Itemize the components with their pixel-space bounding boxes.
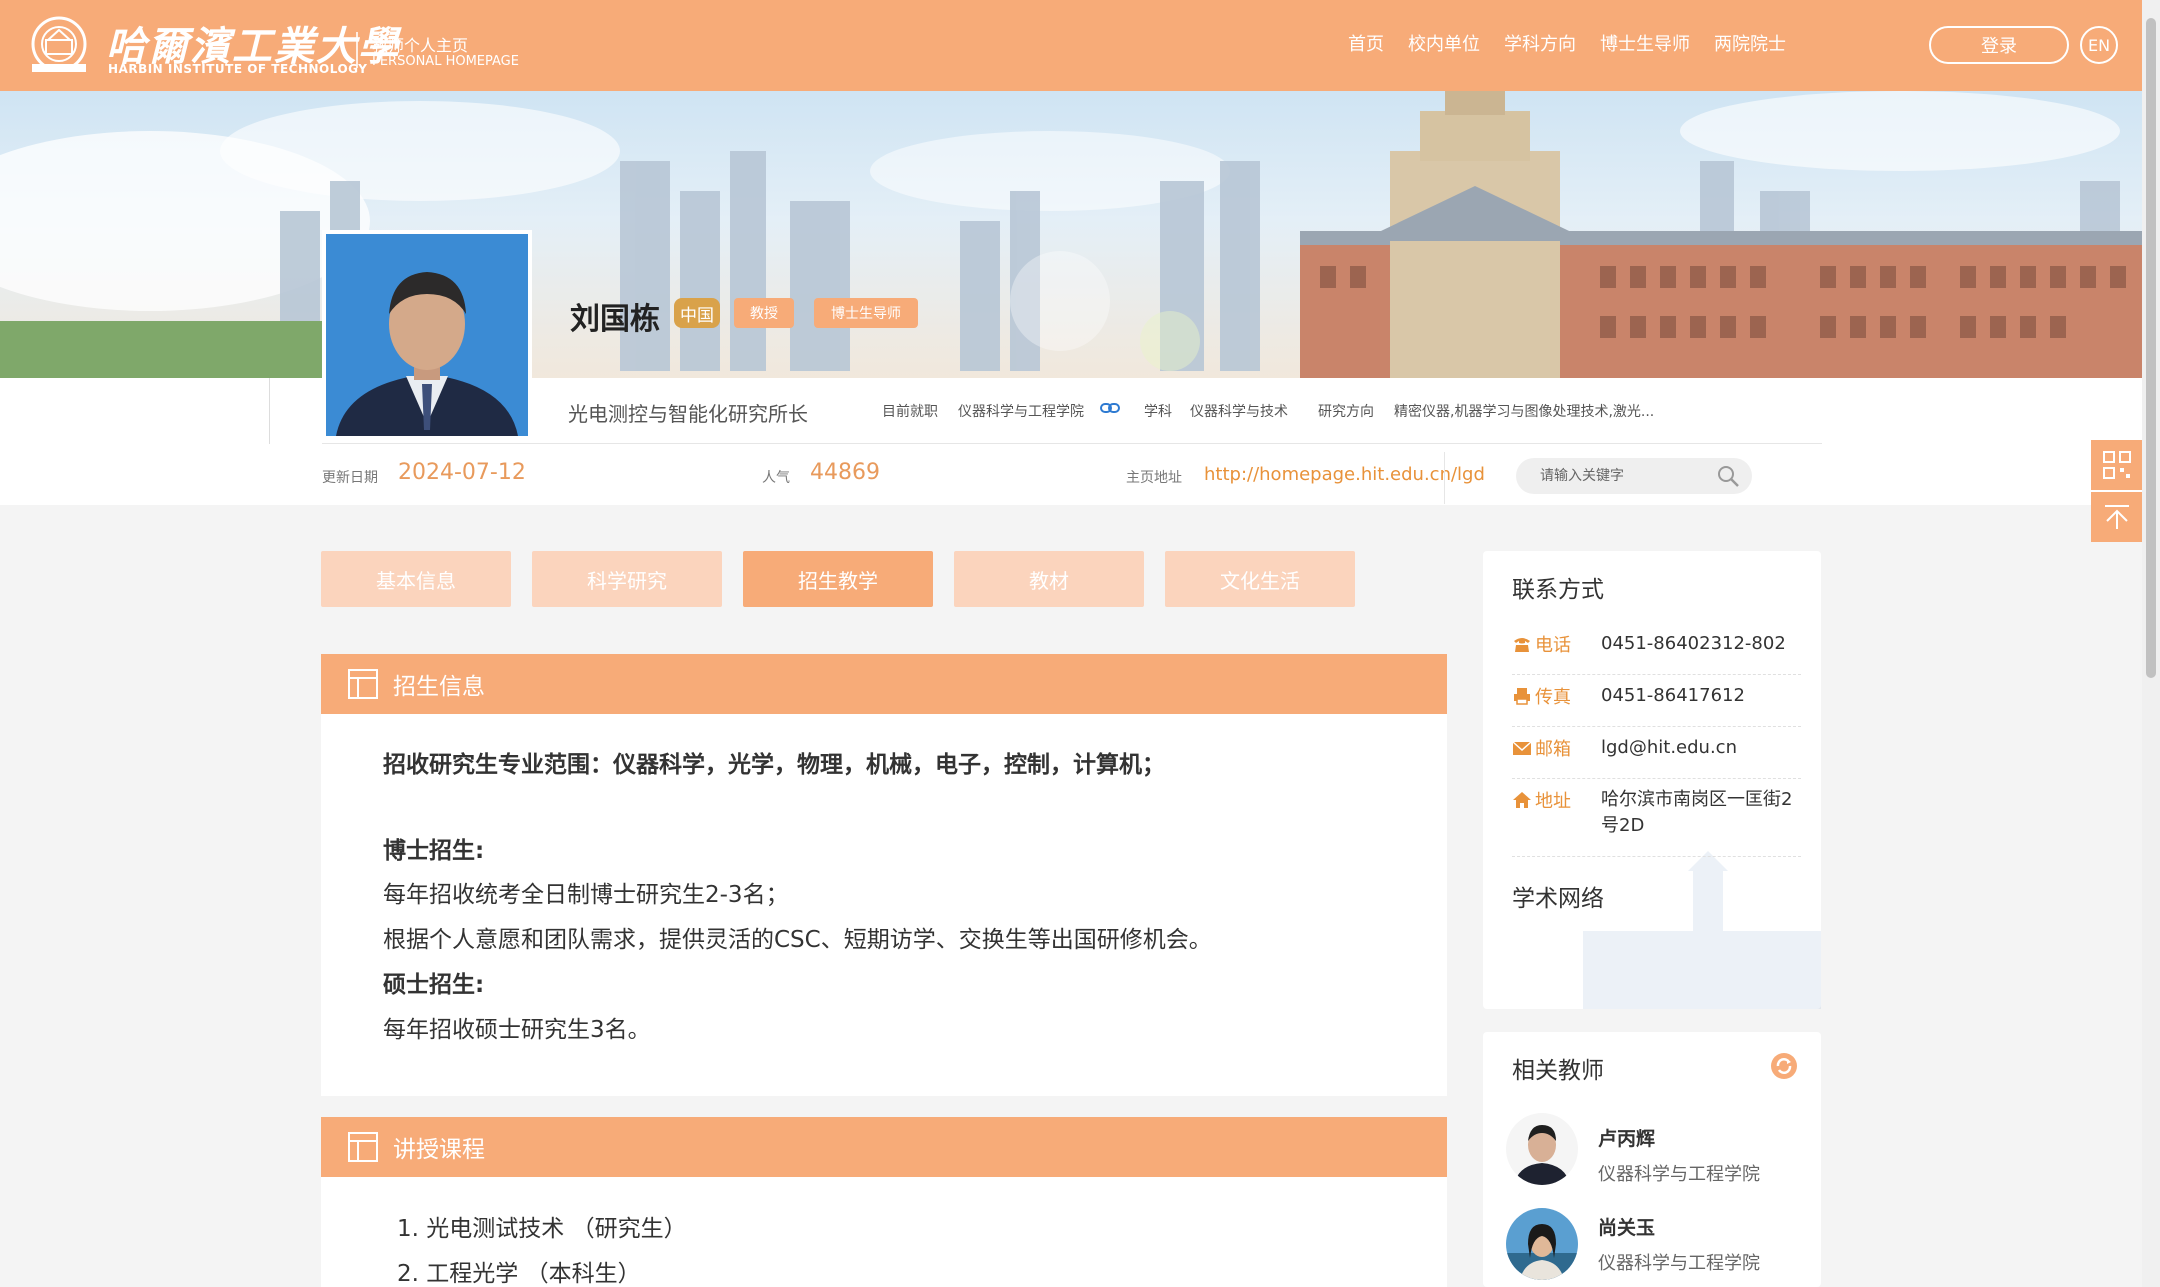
email-value[interactable]: lgd@hit.edu.cn — [1601, 735, 1801, 761]
supervisor-tag: 博士生导师 — [814, 298, 918, 328]
link-icon[interactable] — [1100, 400, 1120, 416]
title-tag: 教授 — [734, 298, 794, 328]
mail-icon — [1512, 741, 1532, 755]
contact-card: 联系方式 电话 0451-86402312-802 传真 0451-864176… — [1483, 551, 1821, 1009]
scrollbar-thumb[interactable] — [2146, 18, 2156, 678]
back-to-top-button[interactable] — [2091, 492, 2142, 542]
tab-culture-life[interactable]: 文化生活 — [1165, 551, 1355, 607]
courses-section-title: 讲授课程 — [393, 1137, 485, 1163]
phd-heading: 博士招生: — [383, 838, 485, 864]
phd-line-1: 每年招收统考全日制博士研究生2-3名； — [383, 882, 789, 908]
employer-value[interactable]: 仪器科学与工程学院 — [958, 401, 1084, 421]
qr-code-button[interactable] — [2091, 440, 2142, 490]
enrollment-scope: 招收研究生专业范围：仪器科学，光学，物理，机械，电子，控制，计算机； — [383, 752, 1165, 778]
nav-phd-supervisors[interactable]: 博士生导师 — [1600, 30, 1690, 56]
enrollment-section-header: 招生信息 — [321, 654, 1447, 714]
university-name-en: HARBIN INSTITUTE OF TECHNOLOGY — [108, 62, 368, 76]
logo-divider — [356, 32, 358, 68]
nav-home[interactable]: 首页 — [1348, 30, 1384, 56]
divider — [322, 443, 1822, 444]
popularity-value: 44869 — [810, 460, 880, 485]
tab-basic-info[interactable]: 基本信息 — [321, 551, 511, 607]
refresh-icon[interactable] — [1770, 1052, 1798, 1080]
update-date-value: 2024-07-12 — [398, 460, 526, 485]
tab-textbooks[interactable]: 教材 — [954, 551, 1144, 607]
nav-disciplines[interactable]: 学科方向 — [1504, 30, 1576, 56]
contact-row-address: 地址 哈尔滨市南岗区一匡街2号2D — [1512, 787, 1801, 857]
master-line-1: 每年招收硕士研究生3名。 — [383, 1017, 651, 1043]
top-bar: 哈爾濱工業大學 HARBIN INSTITUTE OF TECHNOLOGY 教… — [0, 0, 2142, 91]
home-icon — [1513, 792, 1531, 808]
contact-row-fax: 传真 0451-86417612 — [1512, 683, 1801, 727]
update-date-label: 更新日期 — [322, 470, 378, 486]
layout-icon — [348, 1132, 378, 1162]
country-tag: 中国 — [674, 298, 720, 328]
email-label: 邮箱 — [1535, 739, 1571, 760]
employer-label: 目前就职 — [882, 404, 938, 420]
fax-value: 0451-86417612 — [1601, 685, 1745, 706]
teacher-name[interactable]: 卢丙辉 — [1598, 1124, 1655, 1151]
phone-icon — [1514, 638, 1530, 652]
courses-section-body: 1. 光电测试技术 （研究生） 2. 工程光学 （本科生） — [321, 1177, 1447, 1287]
discipline-label: 学科 — [1144, 404, 1172, 420]
email-label-group: 邮箱 — [1512, 735, 1571, 761]
teacher-dept: 仪器科学与工程学院 — [1598, 1253, 1760, 1274]
research-value: 精密仪器,机器学习与图像处理技术,激光... — [1394, 404, 1655, 420]
teacher-name[interactable]: 尚关玉 — [1598, 1213, 1655, 1240]
related-teachers-card: 相关教师 卢丙辉 仪器科学与工程学院 尚关玉 仪器科学与工程学院 — [1483, 1032, 1821, 1287]
search-icon[interactable] — [1716, 464, 1740, 488]
address-label: 地址 — [1535, 791, 1571, 812]
tab-enrollment-teaching[interactable]: 招生教学 — [743, 551, 933, 607]
address-label-group: 地址 — [1512, 787, 1571, 813]
contact-title: 联系方式 — [1512, 577, 1604, 603]
master-heading: 硕士招生: — [383, 972, 485, 998]
research-label: 研究方向 — [1318, 404, 1374, 420]
course-item: 2. 工程光学 （本科生） — [397, 1261, 641, 1287]
arrow-up-icon — [2104, 505, 2129, 529]
fax-label-group: 传真 — [1512, 683, 1571, 709]
courses-section-header: 讲授课程 — [321, 1117, 1447, 1177]
enrollment-section-title: 招生信息 — [393, 674, 485, 700]
profile-strip-left — [0, 378, 270, 444]
contact-row-email: 邮箱 lgd@hit.edu.cn — [1512, 735, 1801, 779]
site-title-cn: 教师个人主页 — [372, 36, 469, 55]
layout-icon — [348, 669, 378, 699]
login-button[interactable]: 登录 — [1929, 26, 2069, 64]
phone-label: 电话 — [1535, 635, 1571, 656]
building-watermark-icon — [1583, 851, 1821, 1009]
teacher-name: 刘国栋 — [570, 302, 660, 337]
phone-label-group: 电话 — [1512, 631, 1571, 657]
address-value: 哈尔滨市南岗区一匡街2号2D — [1601, 789, 1793, 836]
teacher-avatar[interactable] — [1506, 1113, 1578, 1185]
phone-value: 0451-86402312-802 — [1601, 633, 1786, 654]
site-title-en: PERSONAL HOMEPAGE — [372, 54, 519, 69]
academic-network-title: 学术网络 — [1512, 886, 1604, 912]
popularity-label: 人气 — [762, 470, 790, 486]
university-seal-icon — [31, 16, 87, 72]
discipline-value: 仪器科学与技术 — [1190, 404, 1288, 420]
teacher-avatar[interactable] — [1506, 1208, 1578, 1280]
homepage-label: 主页地址 — [1126, 470, 1182, 486]
phd-line-2: 根据个人意愿和团队需求，提供灵活的CSC、短期访学、交换生等出国研修机会。 — [383, 927, 1212, 953]
contact-row-phone: 电话 0451-86402312-802 — [1512, 631, 1801, 675]
position-title: 光电测控与智能化研究所长 — [568, 402, 808, 426]
teacher-dept: 仪器科学与工程学院 — [1598, 1164, 1760, 1185]
language-toggle-button[interactable]: EN — [2080, 26, 2118, 64]
fax-icon — [1514, 688, 1530, 705]
enrollment-section-body: 招收研究生专业范围：仪器科学，光学，物理，机械，电子，控制，计算机； 博士招生:… — [321, 714, 1447, 1096]
nav-academicians[interactable]: 两院院士 — [1714, 30, 1786, 56]
course-item: 1. 光电测试技术 （研究生） — [397, 1216, 687, 1242]
fax-label: 传真 — [1535, 687, 1571, 708]
qr-code-icon — [2102, 451, 2131, 479]
tab-research[interactable]: 科学研究 — [532, 551, 722, 607]
vertical-divider — [1444, 452, 1445, 504]
homepage-link[interactable]: http://homepage.hit.edu.cn/lgd — [1204, 464, 1485, 485]
profile-photo — [322, 230, 532, 440]
main-nav: 首页 校内单位 学科方向 博士生导师 两院院士 — [1348, 30, 1786, 56]
nav-units[interactable]: 校内单位 — [1408, 30, 1480, 56]
related-teachers-title: 相关教师 — [1512, 1058, 1604, 1084]
